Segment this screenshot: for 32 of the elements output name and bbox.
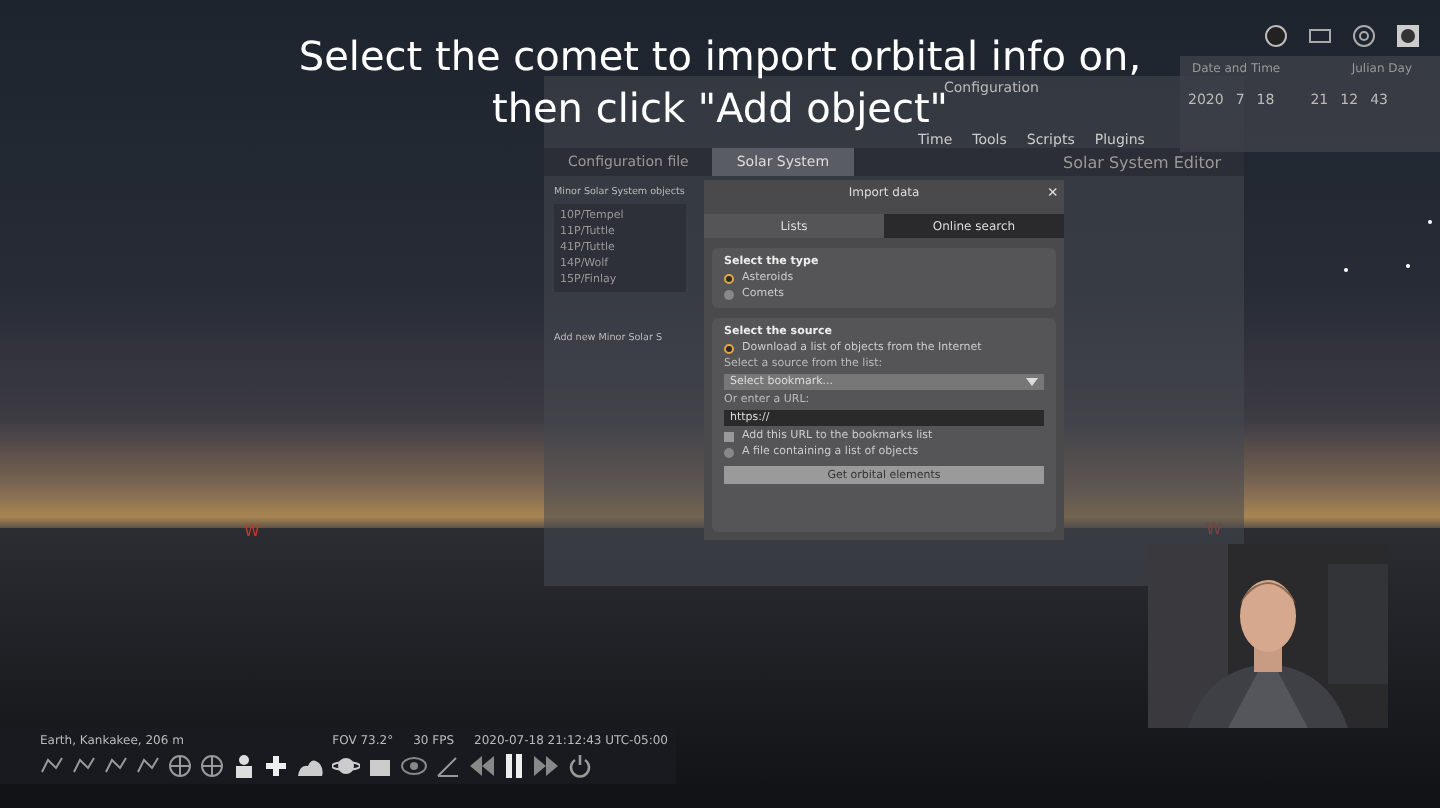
checkbox[interactable] (724, 431, 734, 441)
person-icon[interactable] (232, 754, 256, 778)
caption-text: Select the comet to import orbital info on, (298, 32, 1142, 80)
constellation-icon[interactable] (104, 756, 128, 776)
radio-button[interactable] (724, 273, 734, 283)
square-icon[interactable] (1396, 24, 1420, 48)
radio-button[interactable] (724, 289, 734, 299)
forward-icon[interactable] (532, 756, 560, 776)
plus-icon[interactable] (264, 754, 288, 778)
constellation-icon[interactable] (72, 756, 96, 776)
globe-icon[interactable] (200, 754, 224, 778)
globe-icon[interactable] (168, 754, 192, 778)
target-icon[interactable] (1352, 24, 1376, 48)
radio-button[interactable] (724, 447, 734, 457)
radio-button[interactable] (724, 343, 734, 353)
cloud-icon[interactable] (296, 754, 324, 778)
angle-icon[interactable] (436, 754, 460, 778)
rectangle-icon[interactable] (1308, 28, 1332, 44)
pause-icon[interactable] (504, 754, 524, 778)
constellation-icon[interactable] (40, 756, 64, 776)
power-icon[interactable] (568, 754, 592, 778)
caption-text: then click "Add object" (491, 84, 948, 132)
caret-icon (1026, 378, 1038, 386)
circle-icon[interactable] (1264, 24, 1288, 48)
planet-icon[interactable] (332, 754, 360, 778)
compass-label: W (244, 522, 260, 540)
compass-label: W (1206, 520, 1222, 538)
close-button[interactable]: × (1047, 180, 1058, 204)
rewind-icon[interactable] (468, 756, 496, 776)
eye-icon[interactable] (400, 756, 428, 776)
editor-title: Solar System Editor (1063, 153, 1222, 171)
constellation-icon[interactable] (136, 756, 160, 776)
